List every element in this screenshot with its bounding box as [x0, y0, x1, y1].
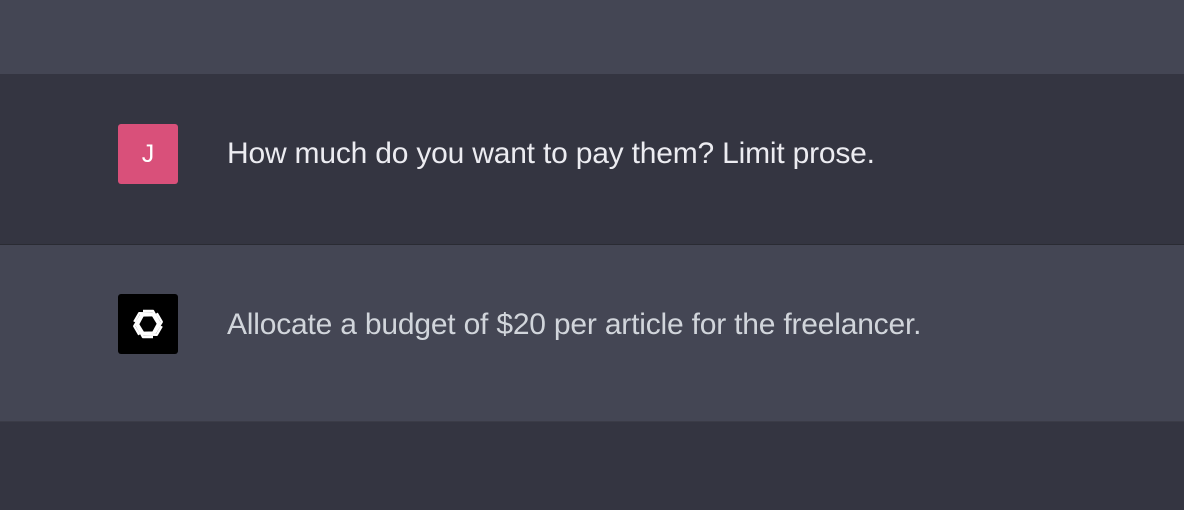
user-message-text: How much do you want to pay them? Limit … — [227, 137, 875, 170]
assistant-avatar — [118, 294, 178, 354]
assistant-message-text: Allocate a budget of $20 per article for… — [227, 308, 922, 341]
chat-bottom-area — [0, 422, 1184, 510]
user-avatar: J — [118, 124, 178, 184]
previous-message-strip — [0, 0, 1184, 74]
user-avatar-initial: J — [141, 139, 155, 168]
chat-page: J How much do you want to pay them? Limi… — [0, 0, 1184, 510]
openai-logo-icon — [127, 303, 169, 345]
assistant-message: Allocate a budget of $20 per article for… — [0, 245, 1184, 422]
user-message: J How much do you want to pay them? Limi… — [0, 74, 1184, 245]
